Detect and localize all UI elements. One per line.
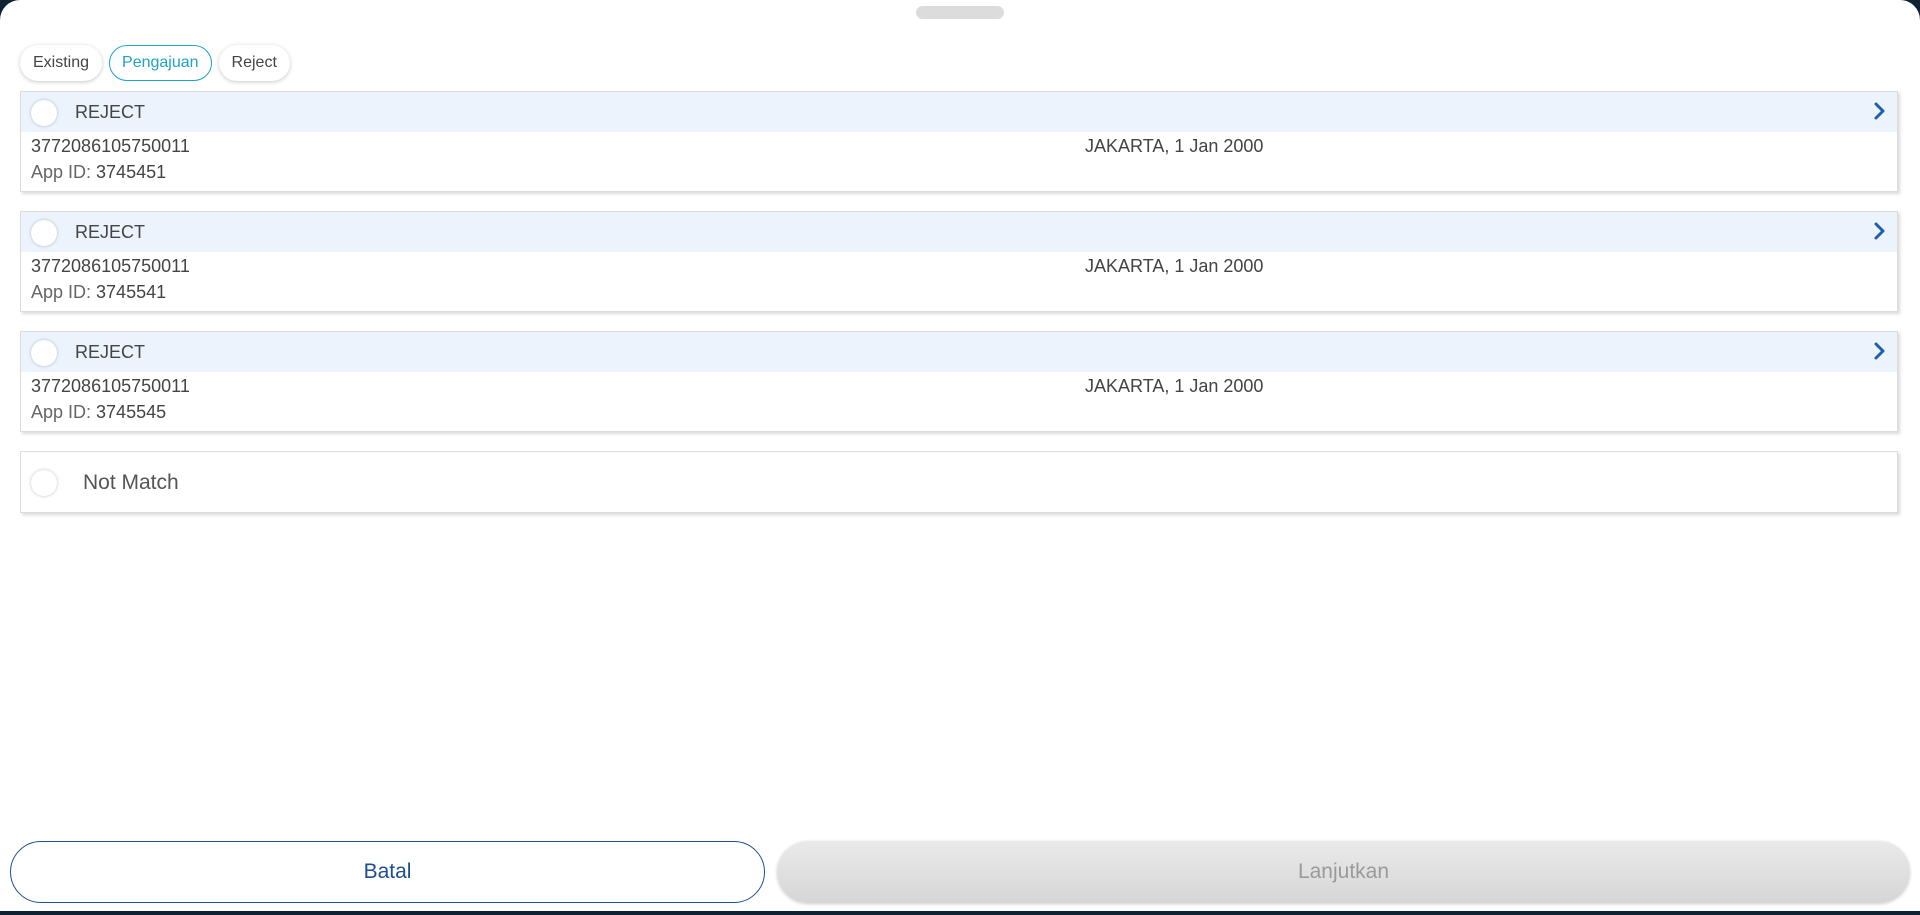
app-id-value: 3745545 — [96, 402, 167, 422]
status-label: REJECT — [75, 222, 146, 242]
record-header: REJECT — [21, 332, 1897, 372]
continue-button[interactable]: Lanjutkan — [777, 841, 1910, 903]
tab-existing[interactable]: Existing — [20, 45, 103, 81]
birth-place-date: JAKARTA, 1 Jan 2000 — [1085, 136, 1264, 156]
app-id-label: App ID: — [31, 162, 97, 182]
id-number: 3772086105750011 — [31, 256, 190, 276]
id-number: 3772086105750011 — [31, 136, 190, 156]
select-radio[interactable] — [31, 220, 57, 246]
app-id-value: 3745451 — [96, 162, 167, 182]
tab-reject[interactable]: Reject — [218, 45, 290, 81]
drag-handle[interactable] — [916, 6, 1004, 19]
app-id: App ID: 3745451 — [31, 162, 166, 183]
cancel-button[interactable]: Batal — [10, 841, 765, 903]
record-card[interactable]: REJECT 3772086105750011 JAKARTA, 1 Jan 2… — [20, 211, 1898, 312]
record-card[interactable]: REJECT 3772086105750011 JAKARTA, 1 Jan 2… — [20, 91, 1898, 192]
app-id-value: 3745541 — [96, 282, 167, 302]
record-card[interactable]: REJECT 3772086105750011 JAKARTA, 1 Jan 2… — [20, 331, 1898, 432]
birth-place-date: JAKARTA, 1 Jan 2000 — [1085, 376, 1264, 396]
chevron-right-icon[interactable] — [1867, 99, 1891, 123]
not-match-option[interactable]: Not Match — [20, 451, 1898, 513]
app-id-label: App ID: — [31, 282, 97, 302]
chevron-right-icon[interactable] — [1867, 339, 1891, 363]
record-header: REJECT — [21, 212, 1897, 252]
tab-pengajuan[interactable]: Pengajuan — [109, 45, 212, 81]
status-label: REJECT — [75, 102, 146, 122]
app-id: App ID: 3745541 — [31, 282, 166, 303]
app-id: App ID: 3745545 — [31, 402, 166, 423]
status-label: REJECT — [75, 342, 146, 362]
chevron-right-icon[interactable] — [1867, 219, 1891, 243]
select-radio[interactable] — [31, 100, 57, 126]
app-id-label: App ID: — [31, 402, 97, 422]
id-number: 3772086105750011 — [31, 376, 190, 396]
record-list: REJECT 3772086105750011 JAKARTA, 1 Jan 2… — [20, 91, 1898, 513]
birth-place-date: JAKARTA, 1 Jan 2000 — [1085, 256, 1264, 276]
record-header: REJECT — [21, 92, 1897, 132]
select-radio[interactable] — [31, 340, 57, 366]
not-match-label: Not Match — [83, 471, 179, 494]
filter-tabs: Existing Pengajuan Reject — [20, 45, 290, 81]
select-radio[interactable] — [31, 470, 57, 496]
bottom-sheet: Existing Pengajuan Reject REJECT 3772086… — [0, 0, 1920, 911]
